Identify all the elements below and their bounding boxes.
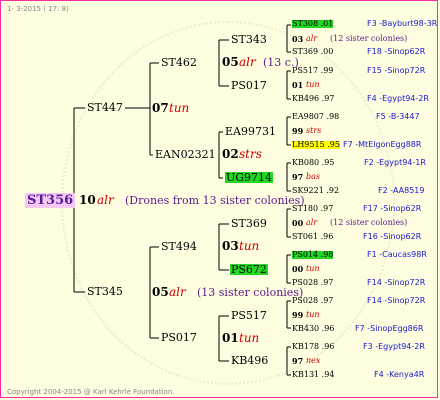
queen-EAN02321[interactable]: EAN02321 bbox=[155, 149, 216, 160]
queen-BA-race: tun bbox=[239, 239, 260, 253]
queen-BB-race: tun bbox=[239, 331, 260, 345]
queen-ST343[interactable]: ST343 bbox=[231, 34, 267, 45]
root-note: (Drones from 13 sister colonies) bbox=[125, 194, 305, 207]
leaf-9-id[interactable]: KB080 .95 bbox=[292, 159, 334, 167]
leaf-1-num: 03 bbox=[292, 34, 304, 44]
leaf-15-id[interactable]: PS014 .98 bbox=[292, 251, 334, 259]
leaf-0-id[interactable]: ST308 .01 bbox=[292, 20, 334, 28]
leaf-15-origin: F1 -Caucas98R bbox=[367, 250, 427, 259]
queen-AB-race: strs bbox=[239, 147, 262, 161]
queen-ST369[interactable]: ST369 bbox=[231, 218, 267, 229]
leaf-6-id[interactable]: EA9807 .98 bbox=[292, 113, 339, 121]
queen-A-num: 07 bbox=[152, 101, 169, 115]
queen-PS017-a[interactable]: PS017 bbox=[231, 80, 267, 91]
queen-ST345[interactable]: ST345 bbox=[87, 286, 123, 297]
leaf-17-id[interactable]: PS028 .97 bbox=[292, 279, 333, 287]
queen-EA99731[interactable]: EA99731 bbox=[225, 126, 276, 137]
queen-UG9714[interactable]: UG9714 bbox=[225, 172, 274, 183]
queen-BA-num: 03 bbox=[222, 239, 239, 253]
leaf-22-race: nex bbox=[306, 356, 321, 365]
queen-BB-num: 01 bbox=[222, 331, 239, 345]
leaf-12-origin: F17 -Sinop62R bbox=[363, 204, 422, 213]
leaf-23-origin: F4 -Kenya4R bbox=[374, 370, 425, 379]
leaf-8-origin: F7 -MtElgonEgg88R bbox=[343, 140, 422, 149]
leaf-7-num: 99 bbox=[292, 126, 304, 136]
leaf-16-race: tun bbox=[306, 264, 320, 273]
leaf-10-race: bas bbox=[306, 172, 320, 181]
leaf-13-note: (12 sister colonies) bbox=[330, 218, 408, 227]
queen-KB496[interactable]: KB496 bbox=[231, 355, 268, 366]
leaf-22-num: 97 bbox=[292, 356, 304, 366]
leaf-1-race: alr bbox=[306, 34, 318, 43]
queen-B-race: alr bbox=[169, 285, 186, 299]
leaf-19-num: 99 bbox=[292, 310, 304, 320]
leaf-14-origin: F16 -Sinop62R bbox=[363, 232, 422, 241]
queen-B-note: (13 sister colonies) bbox=[197, 286, 304, 299]
leaf-12-id[interactable]: ST180 .97 bbox=[292, 205, 333, 213]
queen-PS672[interactable]: PS672 bbox=[230, 264, 268, 275]
leaf-9-origin: F2 -Egypt94-1R bbox=[364, 158, 426, 167]
root-queen[interactable]: ST356 bbox=[25, 193, 76, 208]
leaf-18-origin: F14 -Sinop72R bbox=[367, 296, 426, 305]
leaf-14-id[interactable]: ST061 .96 bbox=[292, 233, 333, 241]
leaf-3-origin: F15 -Sinop72R bbox=[367, 66, 426, 75]
leaf-11-origin: F2 -AA8519 bbox=[378, 186, 425, 195]
leaf-7-race: strs bbox=[306, 126, 322, 135]
queen-A-race: tun bbox=[169, 101, 190, 115]
leaf-2-origin: F18 -Sinop62R bbox=[367, 47, 426, 56]
leaf-20-id[interactable]: KB430 .96 bbox=[292, 325, 334, 333]
leaf-21-origin: F3 -Egypt94-2R bbox=[363, 342, 425, 351]
queen-AA-num: 05 bbox=[222, 55, 239, 69]
leaf-5-origin: F4 -Egypt94-2R bbox=[367, 94, 429, 103]
leaf-23-id[interactable]: KB131 .94 bbox=[292, 371, 334, 379]
leaf-6-origin: F5 -B-3447 bbox=[376, 112, 420, 121]
leaf-18-id[interactable]: PS028 .97 bbox=[292, 297, 333, 305]
leaf-20-origin: F7 -SinopEgg86R bbox=[355, 324, 424, 333]
leaf-21-id[interactable]: KB178 .96 bbox=[292, 343, 334, 351]
leaf-13-race: alr bbox=[306, 218, 318, 227]
date-label: 1- 3-2015 ( 17: 8) bbox=[7, 5, 69, 13]
queen-ST462[interactable]: ST462 bbox=[161, 57, 197, 68]
leaf-16-num: 00 bbox=[292, 264, 304, 274]
leaf-2-id[interactable]: ST369 .00 bbox=[292, 48, 333, 56]
leaf-10-num: 97 bbox=[292, 172, 304, 182]
root-race: alr bbox=[97, 193, 114, 207]
queen-PS017-b[interactable]: PS017 bbox=[161, 332, 197, 343]
leaf-4-race: tun bbox=[306, 80, 320, 89]
pedigree-frame: 1- 3-2015 ( 17: 8) Copyright 2004-2015 @… bbox=[0, 0, 438, 398]
leaf-13-num: 00 bbox=[292, 218, 304, 228]
leaf-1-note: (12 sister colonies) bbox=[330, 34, 408, 43]
leaf-19-race: tun bbox=[306, 310, 320, 319]
leaf-8-id[interactable]: LH9515 .95 bbox=[292, 141, 340, 149]
queen-B-num: 05 bbox=[152, 285, 169, 299]
copyright: Copyright 2004-2015 @ Karl Kehrle Founda… bbox=[7, 388, 175, 396]
leaf-0-origin: F3 -Bayburt98-3R bbox=[367, 19, 438, 28]
leaf-4-num: 01 bbox=[292, 80, 304, 90]
leaf-5-id[interactable]: KB496 .97 bbox=[292, 95, 334, 103]
leaf-11-id[interactable]: SK9221 .92 bbox=[292, 187, 339, 195]
root-num: 10 bbox=[79, 193, 96, 207]
queen-PS517[interactable]: PS517 bbox=[231, 310, 267, 321]
queen-AA-race: alr bbox=[239, 55, 256, 69]
queen-ST494[interactable]: ST494 bbox=[161, 241, 197, 252]
leaf-17-origin: F14 -Sinop72R bbox=[367, 278, 426, 287]
queen-ST447[interactable]: ST447 bbox=[87, 102, 123, 113]
queen-AB-num: 02 bbox=[222, 147, 239, 161]
leaf-3-id[interactable]: PS517 .99 bbox=[292, 67, 333, 75]
